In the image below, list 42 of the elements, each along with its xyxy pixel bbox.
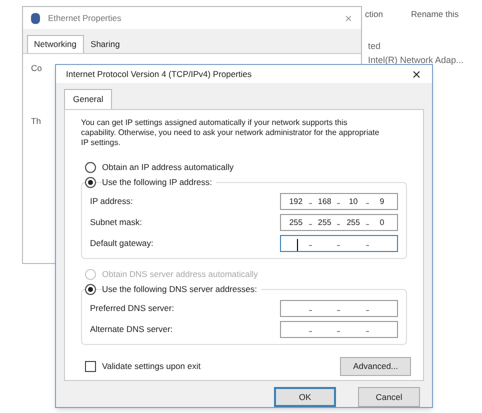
advanced-button[interactable]: Advanced... (340, 357, 411, 376)
network-icon (31, 12, 40, 24)
dialog-title: Internet Protocol Version 4 (TCP/IPv4) Properties (66, 68, 252, 80)
octet-text: 10 (348, 196, 359, 208)
octet-text: 0 (378, 216, 386, 228)
dialog-button[interactable]: OK (274, 387, 336, 407)
checkbox[interactable] (85, 361, 96, 372)
field-label: Default gateway: (90, 237, 154, 250)
octet-text: 168 (316, 196, 332, 208)
command-bar-text[interactable]: Rename this (410, 8, 459, 21)
field-label: IP address: (90, 195, 133, 208)
radio-label: Use the following IP address: (102, 176, 216, 189)
close-icon[interactable] (411, 68, 422, 80)
radio-button[interactable] (85, 177, 96, 188)
ip-address-field[interactable]: 255 255 255 0 (280, 214, 398, 231)
adapter-text: ted (368, 40, 382, 53)
octet-text: 255 (288, 216, 304, 228)
radio-button[interactable] (85, 162, 96, 173)
section-label: Th (31, 114, 41, 128)
tab[interactable]: Sharing (84, 35, 127, 53)
command-bar-text[interactable]: ction (365, 8, 383, 21)
section-label: Co (31, 62, 42, 74)
octet-text: 255 (346, 216, 361, 228)
octet-text: 192 (288, 196, 304, 208)
field-label: Preferred DNS server: (90, 302, 174, 315)
field-label: Subnet mask: (90, 216, 142, 229)
field-label: Alternate DNS server: (90, 323, 173, 336)
radio-button[interactable] (85, 284, 96, 295)
ip-address-field[interactable] (280, 235, 398, 252)
octet-text: 255 (316, 216, 332, 228)
checkbox-label: Validate settings upon exit (102, 360, 201, 373)
dialog-button[interactable]: Cancel (358, 387, 420, 407)
ip-address-field[interactable] (280, 300, 398, 317)
tab[interactable]: Networking (27, 35, 84, 53)
window-title: Ethernet Properties (48, 12, 122, 24)
description-text: You can get IP settings assigned automatically if your network supports this capability. Otherwise, you need to ask your network administrator for the appropriate IP settings. (81, 118, 380, 148)
radio-label: Use the following DNS server addresses: (102, 283, 261, 296)
octet-text: 9 (378, 196, 386, 208)
adapter-text: Intel(R) Network Adap... (368, 54, 464, 67)
tab[interactable]: General (64, 89, 112, 109)
ip-address-field[interactable]: 192 168 10 9 (280, 193, 398, 210)
ip-address-field[interactable] (280, 321, 398, 338)
